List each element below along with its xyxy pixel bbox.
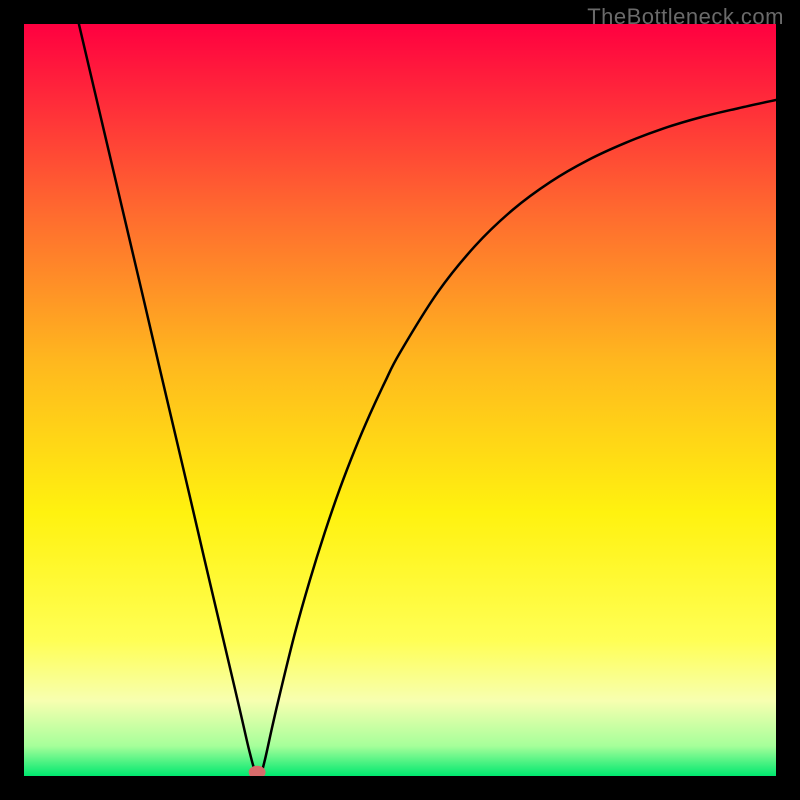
optimal-point-marker <box>249 766 265 776</box>
watermark-text: TheBottleneck.com <box>587 4 784 30</box>
chart-svg <box>24 24 776 776</box>
gradient-panel <box>24 24 776 776</box>
chart-frame <box>24 24 776 776</box>
